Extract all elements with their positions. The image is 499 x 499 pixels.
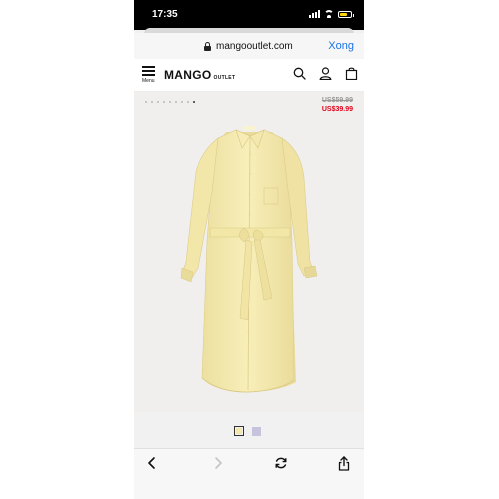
- brand-logo[interactable]: MANGO OUTLET: [164, 68, 235, 82]
- account-icon: [319, 67, 332, 80]
- battery-icon: [338, 10, 354, 18]
- wifi-icon: [324, 10, 334, 18]
- search-icon: [293, 67, 306, 80]
- carousel-dot[interactable]: [175, 101, 177, 103]
- signal-icon: [309, 10, 320, 18]
- brand-name: MANGO: [164, 68, 212, 82]
- reload-icon: [275, 457, 287, 469]
- sale-price: US$39.99: [321, 106, 353, 113]
- url-display[interactable]: mangooutlet.com: [204, 41, 293, 52]
- share-icon: [338, 456, 350, 471]
- carousel-dot[interactable]: [181, 101, 183, 103]
- original-price: US$59.99: [321, 97, 353, 104]
- menu-button[interactable]: Menu: [142, 66, 158, 86]
- phone-screen: 17:35 mangooutlet.com Xong Menu MANGO OU…: [134, 0, 364, 499]
- product-image[interactable]: US$59.99 US$39.99: [134, 92, 364, 412]
- menu-label: Menu: [142, 78, 155, 84]
- bag-button[interactable]: [345, 67, 358, 80]
- account-button[interactable]: [319, 67, 332, 80]
- carousel-dot[interactable]: [151, 101, 153, 103]
- carousel-dot[interactable]: [145, 101, 147, 103]
- bottom-toolbar: [134, 448, 364, 499]
- status-bar: 17:35: [134, 0, 364, 30]
- done-button[interactable]: Xong: [328, 40, 354, 52]
- back-button[interactable]: [146, 456, 158, 475]
- carousel-dot[interactable]: [193, 101, 195, 103]
- brand-sub: OUTLET: [213, 75, 236, 81]
- menu-icon: [142, 66, 158, 76]
- price-block: US$59.99 US$39.99: [322, 97, 353, 113]
- share-button[interactable]: [338, 456, 350, 476]
- carousel-dots[interactable]: [145, 101, 195, 103]
- color-swatch-lilac[interactable]: [252, 427, 261, 436]
- search-button[interactable]: [293, 67, 306, 80]
- carousel-dot[interactable]: [169, 101, 171, 103]
- forward-button[interactable]: [212, 456, 224, 475]
- reload-button[interactable]: [274, 456, 288, 475]
- carousel-dot[interactable]: [163, 101, 165, 103]
- status-icons: [309, 9, 354, 19]
- bag-icon: [345, 67, 358, 80]
- back-icon: [148, 457, 155, 469]
- url-text: mangooutlet.com: [216, 41, 293, 52]
- forward-icon: [215, 457, 222, 469]
- carousel-dot[interactable]: [187, 101, 189, 103]
- url-bar[interactable]: mangooutlet.com Xong: [134, 33, 364, 60]
- header-icons: [293, 67, 358, 80]
- color-swatch-yellow[interactable]: [234, 426, 244, 436]
- color-swatches: [234, 426, 261, 436]
- site-header: Menu MANGO OUTLET: [134, 59, 364, 92]
- dress-image: [180, 126, 318, 393]
- lock-icon: [204, 42, 211, 51]
- status-time: 17:35: [152, 9, 178, 20]
- carousel-dot[interactable]: [157, 101, 159, 103]
